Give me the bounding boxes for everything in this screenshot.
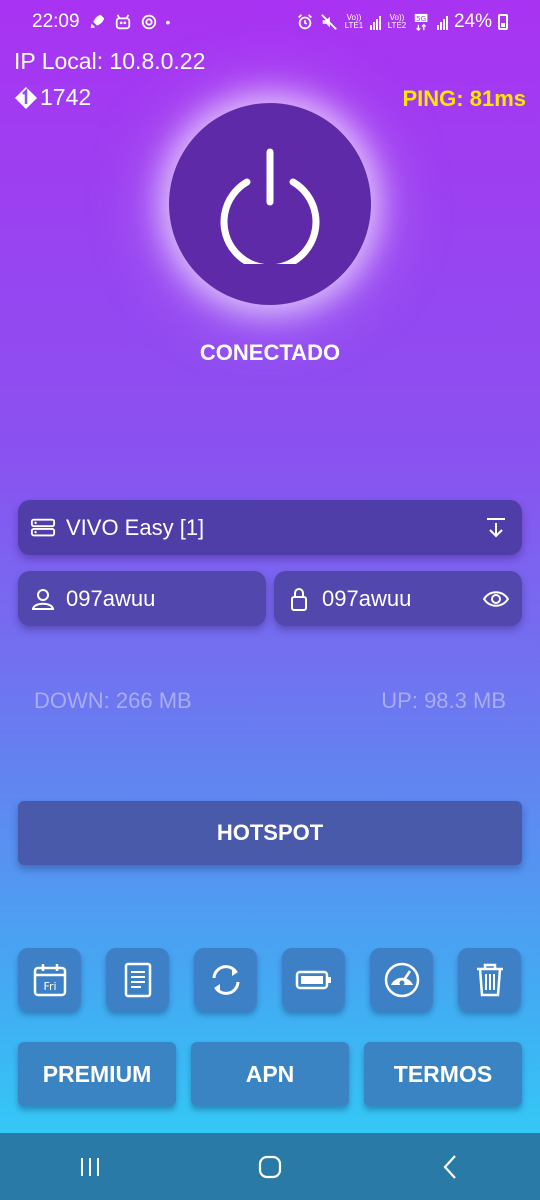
server-name: VIVO Easy [1] (66, 514, 205, 540)
dot-icon: • (165, 14, 171, 30)
rocket-icon (90, 14, 104, 29)
apn-button[interactable]: APN (191, 1042, 349, 1106)
system-nav-bar (0, 1133, 540, 1200)
net1-label: Vo)) LTE1 (344, 13, 364, 30)
power-button[interactable] (169, 103, 371, 305)
status-bar: 22:09 • Vo)) LTE1 Vo)) LTE2 5G 24% (0, 0, 540, 44)
calendar-icon: Fri (33, 963, 66, 996)
home-button[interactable] (240, 1137, 300, 1197)
ping-display: PING: 81ms (402, 86, 527, 111)
download-traffic: DOWN: 266 MB (34, 688, 192, 713)
speedtest-button[interactable] (370, 948, 433, 1011)
ip-local: IP Local: 10.8.0.22 (14, 48, 206, 74)
power-icon (220, 148, 320, 264)
battery-icon (295, 970, 331, 989)
document-icon (124, 962, 151, 997)
signal-icon (369, 14, 381, 30)
hotspot-button[interactable]: HOTSPOT (18, 801, 522, 865)
eye-icon[interactable] (482, 585, 510, 613)
net2-label: Vo)) LTE2 (387, 13, 407, 30)
speedometer-icon (384, 962, 419, 997)
counter-value: 1742 (40, 84, 92, 110)
5g-icon: 5G (414, 13, 428, 31)
password-value: 097awuu (322, 585, 412, 611)
password-field[interactable]: 097awuu (274, 571, 522, 626)
connection-status: CONECTADO (199, 340, 341, 365)
username-value: 097awuu (66, 585, 156, 611)
sync-icon (141, 14, 156, 30)
trash-icon (476, 963, 503, 996)
refresh-button[interactable] (194, 948, 257, 1011)
alarm-icon (298, 14, 312, 30)
battery-status-icon (498, 14, 508, 30)
mute-icon (321, 14, 337, 30)
server-selector[interactable]: VIVO Easy [1] (18, 500, 522, 555)
recents-icon (81, 1157, 99, 1176)
download-icon[interactable] (482, 514, 510, 542)
battery-percent: 24% (453, 11, 492, 32)
home-icon (258, 1155, 282, 1178)
back-button[interactable] (420, 1137, 480, 1197)
user-icon (30, 586, 56, 612)
calendar-label: Fri (43, 980, 56, 993)
termos-button[interactable]: TERMOS (364, 1042, 522, 1106)
signal-icon (436, 14, 448, 30)
status-time: 22:09 (32, 11, 80, 32)
server-icon (30, 515, 56, 541)
svg-text:5G: 5G (416, 14, 426, 23)
recents-button[interactable] (60, 1137, 120, 1197)
document-button[interactable] (106, 948, 169, 1011)
lock-icon (286, 586, 312, 612)
back-icon (443, 1154, 456, 1179)
counter: 1742 (14, 84, 91, 111)
battery-button[interactable] (282, 948, 345, 1011)
upload-traffic: UP: 98.3 MB (381, 688, 506, 713)
tag-icon (15, 86, 37, 109)
refresh-icon (212, 964, 239, 995)
robot-icon (115, 14, 130, 30)
delete-button[interactable] (458, 948, 521, 1011)
premium-button[interactable]: PREMIUM (18, 1042, 176, 1106)
calendar-button[interactable]: Fri (18, 948, 81, 1011)
username-field[interactable]: 097awuu (18, 571, 266, 626)
